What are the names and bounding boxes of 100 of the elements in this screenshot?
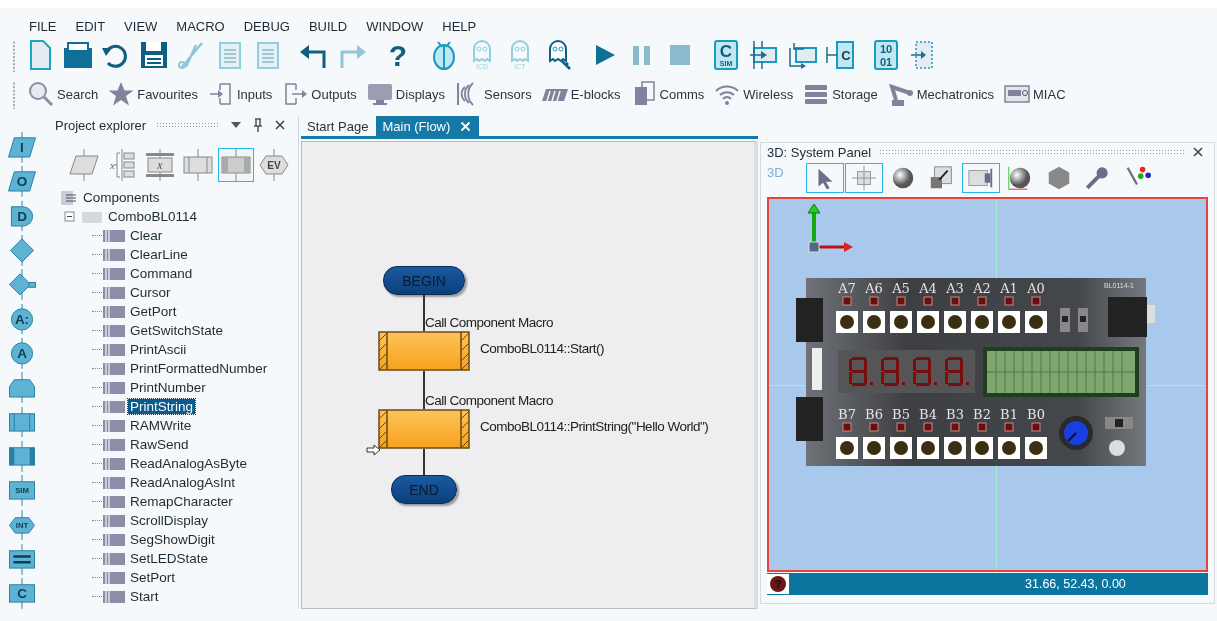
star-icon xyxy=(108,81,135,107)
pin-label: A1 xyxy=(1000,281,1018,296)
component-icon xyxy=(102,322,126,339)
close-icon[interactable] xyxy=(274,119,286,131)
pin-label: A3 xyxy=(946,281,964,296)
hatched-block-icon[interactable] xyxy=(7,440,37,472)
category-button[interactable]: Comms xyxy=(630,81,705,107)
connector-line xyxy=(423,449,425,475)
pin-label: A0 xyxy=(1027,281,1045,296)
node-caption: Call Component Macro xyxy=(425,393,554,408)
component-icon xyxy=(102,284,126,301)
pin-label: A5 xyxy=(892,281,910,296)
tab[interactable]: Start Page xyxy=(301,116,377,136)
pin-label: B1 xyxy=(1000,407,1018,422)
folder-icon xyxy=(81,209,103,224)
category-button[interactable]: E-blocks xyxy=(541,81,621,107)
pin-label: B3 xyxy=(946,407,964,422)
loop-icon[interactable] xyxy=(7,372,37,404)
tree-item[interactable]: GetPort xyxy=(128,304,179,319)
component-icon xyxy=(102,493,126,510)
tree-item[interactable]: SegShowDigit xyxy=(128,532,217,547)
pin-label: B0 xyxy=(1027,407,1045,422)
search-icon xyxy=(28,81,54,107)
tree-item[interactable]: RAMWrite xyxy=(128,418,194,433)
component-icon xyxy=(102,265,126,282)
tree-item[interactable]: ScrollDisplay xyxy=(128,513,211,528)
category-button[interactable]: Displays xyxy=(366,81,445,107)
component-icon xyxy=(102,303,126,320)
tree-item[interactable]: ReadAnalogAsByte xyxy=(128,456,250,471)
tree-item[interactable]: ComboBL0114 xyxy=(108,209,198,224)
coordinates-readout: 31.66, 52.43, 0.00 xyxy=(1025,577,1126,591)
tree-item[interactable]: Clear xyxy=(128,228,165,243)
menu-item[interactable]: MACRO xyxy=(176,19,225,32)
component-icon xyxy=(102,588,126,605)
collapse-icon[interactable] xyxy=(64,210,76,223)
list-icon xyxy=(60,189,78,206)
category-button[interactable]: Wireless xyxy=(714,81,794,107)
tree-item[interactable]: Components xyxy=(83,190,160,205)
pin-label: B6 xyxy=(865,407,883,422)
menu-item[interactable]: BUILD xyxy=(308,19,348,32)
tree-item[interactable]: ReadAnalogAsInt xyxy=(128,475,238,490)
category-button[interactable]: Mechatronics xyxy=(887,81,995,107)
menu-item[interactable]: WINDOW xyxy=(366,19,424,32)
tree-item[interactable]: PrintAscii xyxy=(128,342,189,357)
category-button[interactable]: Sensors xyxy=(455,81,532,107)
pin-label: B7 xyxy=(838,407,856,422)
pin-label: B4 xyxy=(919,407,937,422)
camera-icon[interactable] xyxy=(962,163,1000,193)
pin-icon[interactable] xyxy=(252,118,264,132)
circuit-board-drawing[interactable] xyxy=(796,278,1155,466)
pin-label: A4 xyxy=(919,281,937,296)
tree-item[interactable]: SetPort xyxy=(128,570,178,585)
component-icon xyxy=(102,531,126,548)
menu-item[interactable]: DEBUG xyxy=(243,19,290,32)
equals-icon[interactable] xyxy=(7,543,37,575)
component-icon xyxy=(102,341,126,358)
menu-item[interactable]: VIEW xyxy=(124,19,158,32)
category-button[interactable]: Inputs xyxy=(207,81,273,107)
tree-item[interactable]: GetSwitchState xyxy=(128,323,226,338)
category-button[interactable]: Outputs xyxy=(282,81,357,107)
tab[interactable]: Main (Flow) xyxy=(376,116,480,136)
macro-node[interactable] xyxy=(378,331,470,371)
macro-node[interactable] xyxy=(378,409,470,449)
category-button[interactable]: Storage xyxy=(803,81,878,107)
category-button[interactable]: MIAC xyxy=(1004,81,1066,107)
menu-item[interactable]: EDIT xyxy=(75,19,106,32)
node-caption: Call Component Macro xyxy=(425,315,554,330)
output-arrow-icon xyxy=(282,81,309,107)
tree-item[interactable]: Cursor xyxy=(128,285,173,300)
tree-item[interactable]: PrintString xyxy=(128,399,196,414)
tree-item[interactable]: SetLEDState xyxy=(128,551,211,566)
close-icon[interactable] xyxy=(1192,146,1204,158)
pointer-icon[interactable] xyxy=(806,163,844,193)
component-icon xyxy=(102,417,126,434)
tree-item[interactable]: RemapCharacter xyxy=(128,494,235,509)
menu-item[interactable]: HELP xyxy=(442,19,477,32)
connector-line xyxy=(423,371,425,409)
tree-item[interactable]: RawSend xyxy=(128,437,191,452)
diamond-icon[interactable] xyxy=(7,269,37,301)
tree-item[interactable]: Command xyxy=(128,266,195,281)
arrow-icon xyxy=(366,444,382,456)
tree-item[interactable]: PrintFormattedNumber xyxy=(128,361,270,376)
pin-label: B5 xyxy=(892,407,910,422)
pin-label: A6 xyxy=(865,281,883,296)
parallelogram-icon[interactable] xyxy=(66,148,102,182)
tree-item[interactable]: Start xyxy=(128,589,161,604)
category-button[interactable]: Search xyxy=(28,81,99,107)
node-detail: ComboBL0114::PrintString("Hello World") xyxy=(480,419,709,434)
block-icon[interactable] xyxy=(7,406,37,438)
diamond-icon[interactable] xyxy=(7,235,37,266)
tree-item[interactable]: PrintNumber xyxy=(128,380,208,395)
menu-item[interactable]: FILE xyxy=(29,19,57,32)
save-icon[interactable] xyxy=(138,39,170,71)
tree-item[interactable]: ClearLine xyxy=(128,247,190,262)
step-into-icon[interactable] xyxy=(748,39,780,71)
robot-arm-icon xyxy=(887,81,914,107)
component-icon xyxy=(102,246,126,263)
category-button[interactable]: Favourites xyxy=(108,81,198,107)
component-icon xyxy=(102,227,126,244)
help-icon[interactable]: ? xyxy=(382,39,414,71)
